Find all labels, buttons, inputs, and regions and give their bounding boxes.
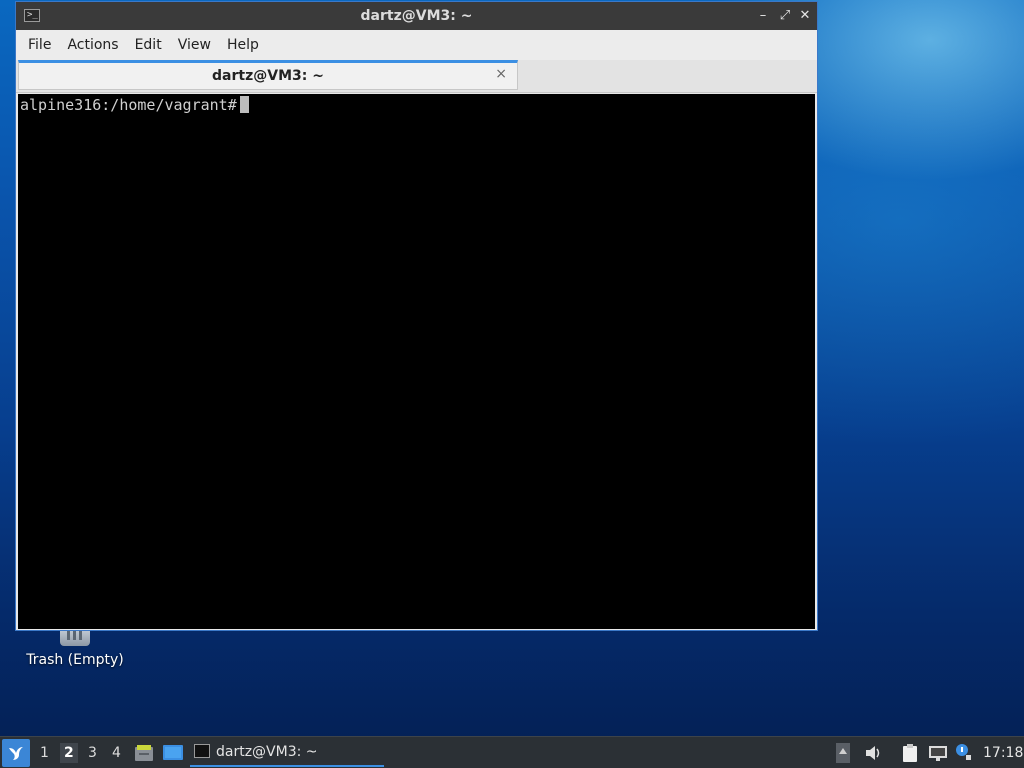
tab-label: dartz@VM3: ~ (212, 68, 324, 84)
info-bubble-icon (956, 744, 971, 760)
terminal-console[interactable]: alpine316:/home/vagrant# (18, 94, 815, 629)
clipboard-icon (903, 744, 917, 762)
taskbar-task-terminal[interactable]: dartz@VM3: ~ (190, 739, 384, 767)
shell-prompt: alpine316:/home/vagrant# (20, 96, 237, 114)
start-menu-icon (9, 747, 23, 760)
menu-help[interactable]: Help (219, 37, 267, 53)
network-tray[interactable] (928, 743, 948, 767)
workspace-1[interactable]: 1 (40, 745, 49, 761)
trash-desktop-icon[interactable]: Trash (Empty) (20, 626, 130, 668)
volume-control[interactable] (864, 743, 882, 767)
tab-bar: dartz@VM3: ~ × (16, 60, 817, 93)
tab-terminal[interactable]: dartz@VM3: ~ × (18, 60, 518, 90)
workspace-4[interactable]: 4 (112, 745, 121, 761)
notification-tray[interactable] (954, 743, 972, 767)
menubar: File Actions Edit View Help (16, 30, 817, 60)
text-cursor (239, 96, 249, 113)
file-manager-launcher[interactable] (134, 743, 154, 767)
window-title: dartz@VM3: ~ (360, 8, 473, 24)
file-manager-icon (135, 745, 153, 761)
volume-icon (866, 746, 880, 760)
menu-actions[interactable]: Actions (59, 37, 126, 53)
menu-file[interactable]: File (20, 37, 59, 53)
desktop-icon (163, 745, 183, 760)
show-desktop-launcher[interactable] (162, 743, 184, 767)
workspace-2[interactable]: 2 (60, 743, 78, 763)
network-icon (929, 746, 947, 761)
menu-edit[interactable]: Edit (127, 37, 170, 53)
terminal-window: >_ dartz@VM3: ~ – ⤢ ✕ File Actions Edit … (15, 1, 818, 631)
clock[interactable]: 17:18 (983, 745, 1023, 761)
menu-view[interactable]: View (170, 37, 219, 53)
trash-label: Trash (Empty) (26, 652, 124, 668)
minimize-button[interactable]: – (754, 7, 772, 25)
close-button[interactable]: ✕ (796, 7, 814, 25)
taskbar: 1 2 3 4 dartz@VM3: ~ 17:18 (0, 736, 1024, 768)
task-label: dartz@VM3: ~ (216, 744, 318, 760)
tab-close-icon[interactable]: × (495, 66, 507, 82)
tray-updates[interactable] (836, 743, 850, 767)
workspace-3[interactable]: 3 (88, 745, 97, 761)
start-menu-button[interactable] (2, 739, 30, 767)
terminal-task-icon (194, 744, 210, 758)
scroll-up-icon (836, 743, 850, 763)
maximize-button[interactable]: ⤢ (776, 7, 794, 25)
window-titlebar[interactable]: >_ dartz@VM3: ~ – ⤢ ✕ (16, 2, 817, 30)
clipboard-tray[interactable] (900, 743, 920, 767)
prompt-line: alpine316:/home/vagrant# (20, 96, 249, 114)
